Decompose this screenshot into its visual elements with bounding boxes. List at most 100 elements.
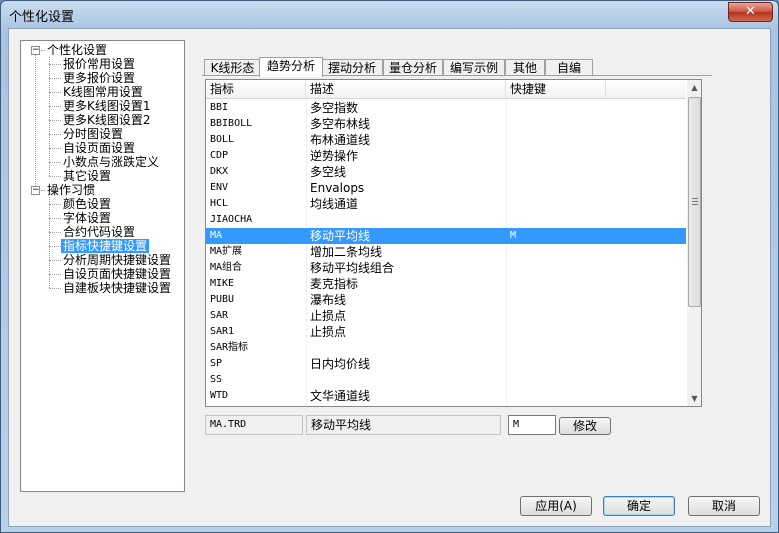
tree-item-label: 字体设置 — [63, 211, 112, 225]
tree-connector — [49, 64, 61, 65]
table-row[interactable]: SAR 止损点 — [206, 308, 686, 324]
tree-item[interactable]: 更多K线图设置1 — [61, 99, 153, 113]
table-row[interactable]: SS — [206, 372, 686, 388]
indicator-list[interactable]: 指标 描述 快捷键 BBI 多空指数 BBIBOLL 多空布林线 BOLL 布林通道线 CD… — [205, 79, 702, 407]
tree-connector — [49, 134, 61, 135]
table-row[interactable]: MA 移动平均线 M — [206, 228, 686, 244]
table-row[interactable]: PUBU 瀑布线 — [206, 292, 686, 308]
indicator-cell: MA — [210, 230, 223, 241]
tree-item[interactable]: 其它设置 — [61, 169, 113, 183]
tree-item-label: 更多K线图设置2 — [63, 113, 151, 127]
table-row[interactable]: CDP 逆势操作 — [206, 148, 686, 164]
description-cell: 止损点 — [310, 325, 347, 339]
table-row[interactable]: BBI 多空指数 — [206, 100, 686, 116]
tree-item-label: 颜色设置 — [63, 197, 112, 211]
tree-item[interactable]: 自建板块快捷键设置 — [61, 281, 173, 295]
shortcut-input[interactable]: M — [508, 415, 556, 435]
tree-item-label: 自设页面快捷键设置 — [63, 267, 172, 281]
tree-connector — [35, 55, 36, 186]
tree-item[interactable]: 指标快捷键设置 — [61, 239, 150, 253]
tree-connector — [49, 148, 61, 149]
tab-4[interactable]: 量仓分析 — [383, 59, 443, 76]
indicator-cell: WTD — [210, 390, 229, 401]
description-cell — [306, 212, 506, 228]
tree-item[interactable]: 报价常用设置 — [61, 57, 137, 71]
tab-5[interactable]: 编写示例 — [443, 59, 505, 76]
shortcut-cell — [506, 260, 686, 276]
indicator-cell: JIAOCHA — [210, 214, 253, 225]
indicator-cell: DKX — [210, 166, 229, 177]
tree-item[interactable]: 字体设置 — [61, 211, 113, 225]
scroll-down-icon[interactable]: ▼ — [687, 391, 701, 406]
tree-item[interactable]: 更多K线图设置2 — [61, 113, 153, 127]
table-row[interactable]: BBIBOLL 多空布林线 — [206, 116, 686, 132]
description-cell: Envalops — [310, 181, 365, 195]
tree-item[interactable]: 更多报价设置 — [61, 71, 137, 85]
shortcut-cell — [506, 372, 686, 388]
apply-button[interactable]: 应用(A) — [520, 496, 592, 516]
table-row[interactable]: MA扩展 增加二条均线 — [206, 244, 686, 260]
table-row[interactable]: WTD 文华通道线 — [206, 388, 686, 404]
header-description[interactable]: 描述 — [306, 80, 506, 99]
tree-item[interactable]: 分时图设置 — [61, 127, 125, 141]
grip-line — [692, 198, 698, 199]
tab-2[interactable]: 趋势分析 — [259, 57, 323, 77]
tree-connector — [49, 260, 61, 261]
shortcut-cell — [506, 180, 686, 196]
tree-group[interactable]: 个性化设置 — [45, 43, 109, 57]
modify-button[interactable]: 修改 — [559, 417, 611, 435]
table-row[interactable]: SAR1 止损点 — [206, 324, 686, 340]
table-row[interactable]: HCL 均线通道 — [206, 196, 686, 212]
window-title: 个性化设置 — [9, 10, 75, 25]
tree-group[interactable]: 操作习惯 — [45, 183, 97, 197]
scroll-up-icon[interactable]: ▲ — [687, 80, 701, 95]
tab-1[interactable]: K线形态 — [204, 59, 261, 76]
tab-3[interactable]: 摆动分析 — [321, 59, 383, 76]
list-header: 指标 描述 快捷键 — [206, 80, 686, 99]
collapse-icon[interactable]: − — [31, 46, 40, 55]
header-shortcut[interactable]: 快捷键 — [506, 80, 606, 99]
collapse-icon[interactable]: − — [31, 186, 40, 195]
tree-item[interactable]: 颜色设置 — [61, 197, 113, 211]
tree-item[interactable]: 分析周期快捷键设置 — [61, 253, 173, 267]
indicator-file-field: MA.TRD — [205, 415, 303, 435]
table-row[interactable]: JIAOCHA — [206, 212, 686, 228]
description-field: 移动平均线 — [306, 415, 501, 435]
shortcut-cell — [506, 324, 686, 340]
settings-tree[interactable]: − 个性化设置 报价常用设置 更多报价设置 K线图常用设置 更多K线图设置1 更多K线图设置… — [20, 40, 185, 492]
indicator-cell: BBIBOLL — [210, 118, 253, 129]
tree-item[interactable]: 合约代码设置 — [61, 225, 137, 239]
grip-line — [692, 204, 698, 205]
indicator-cell: SP — [210, 358, 223, 369]
table-row[interactable]: ENV Envalops — [206, 180, 686, 196]
scroll-thumb[interactable] — [688, 97, 701, 307]
indicator-cell: MA扩展 — [210, 246, 243, 257]
description-cell: 移动平均线 — [310, 229, 371, 243]
list-scrollbar[interactable]: ▲ ▼ — [687, 80, 701, 406]
close-button[interactable]: ✕ — [728, 2, 773, 22]
indicator-cell: HCL — [210, 198, 229, 209]
table-row[interactable]: MIKE 麦克指标 — [206, 276, 686, 292]
tree-item[interactable]: 自设页面设置 — [61, 141, 137, 155]
table-row[interactable]: BOLL 布林通道线 — [206, 132, 686, 148]
table-row[interactable]: DKX 多空线 — [206, 164, 686, 180]
tree-item[interactable]: 小数点与涨跌定义 — [61, 155, 161, 169]
table-row[interactable]: SAR指标 — [206, 340, 686, 356]
tab-6[interactable]: 其他 — [505, 59, 545, 76]
shortcut-cell — [506, 308, 686, 324]
title-bar[interactable]: 个性化设置 ✕ — [1, 1, 778, 27]
description-cell: 止损点 — [310, 309, 347, 323]
description-cell: 日内均价线 — [310, 357, 371, 371]
table-row[interactable]: MA组合 移动平均线组合 — [206, 260, 686, 276]
description-cell: 瀑布线 — [310, 293, 347, 307]
cancel-button[interactable]: 取消 — [688, 496, 760, 516]
tab-7[interactable]: 自编 — [545, 59, 593, 76]
tree-item[interactable]: K线图常用设置 — [61, 85, 145, 99]
tree-item[interactable]: 自设页面快捷键设置 — [61, 267, 173, 281]
tree-connector — [49, 78, 61, 79]
header-indicator[interactable]: 指标 — [206, 80, 306, 99]
ok-button[interactable]: 确定 — [603, 496, 675, 516]
table-row[interactable]: SP 日内均价线 — [206, 356, 686, 372]
tree-item-label: 合约代码设置 — [63, 225, 136, 239]
settings-dialog: 个性化设置 ✕ − 个性化设置 报价常用设置 更多报价设置 K线图常用设置 更多K线图设置… — [0, 0, 779, 533]
